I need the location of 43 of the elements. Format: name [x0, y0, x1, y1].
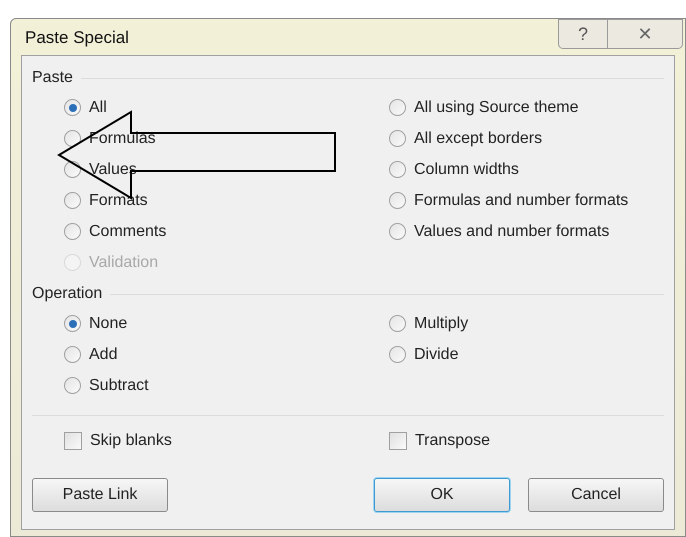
- window-title: Paste Special: [24, 27, 130, 49]
- option-label: All: [89, 98, 107, 118]
- option-label: Add: [89, 344, 118, 364]
- option-label: Validation: [89, 252, 158, 272]
- radio-button[interactable]: [389, 161, 406, 178]
- option-label: Column widths: [414, 160, 519, 180]
- dialog-button[interactable]: Paste Link: [32, 478, 168, 512]
- option-label: Divide: [414, 344, 458, 364]
- radio-button[interactable]: [389, 192, 406, 209]
- option-label: Formats: [89, 190, 148, 210]
- option-label: All using Source theme: [414, 98, 579, 118]
- option-label: Skip blanks: [90, 431, 172, 451]
- checkbox[interactable]: [64, 432, 82, 450]
- option-label: Formulas and number formats: [414, 190, 628, 210]
- option-label: Transpose: [415, 431, 490, 451]
- radio-button[interactable]: [389, 346, 406, 363]
- option-label: Values: [89, 160, 137, 180]
- radio-button[interactable]: [64, 315, 81, 332]
- option-label: Comments: [89, 222, 166, 242]
- help-button[interactable]: ?: [558, 19, 608, 49]
- close-button[interactable]: ✕: [608, 19, 683, 49]
- group-title: Operation: [32, 284, 102, 304]
- option-label: All except borders: [414, 128, 542, 148]
- radio-button[interactable]: [64, 223, 81, 240]
- radio-button[interactable]: [64, 99, 81, 116]
- option-label: Formulas: [89, 128, 156, 148]
- radio-button[interactable]: [64, 130, 81, 147]
- dialog-button[interactable]: Cancel: [528, 478, 664, 512]
- radio-button[interactable]: [64, 192, 81, 209]
- option-label: Values and number formats: [414, 222, 610, 242]
- radio-button[interactable]: [389, 223, 406, 240]
- radio-button[interactable]: [64, 377, 81, 394]
- checkbox[interactable]: [389, 432, 407, 450]
- dialog-button[interactable]: OK: [374, 478, 510, 512]
- option-label: None: [89, 314, 128, 334]
- radio-button[interactable]: [389, 99, 406, 116]
- radio-button[interactable]: [64, 161, 81, 178]
- radio-button[interactable]: [389, 315, 406, 332]
- radio-button[interactable]: [389, 130, 406, 147]
- radio-button[interactable]: [64, 346, 81, 363]
- option-label: Subtract: [89, 376, 149, 396]
- option-label: Multiply: [414, 314, 468, 334]
- group-title: Paste: [32, 68, 73, 88]
